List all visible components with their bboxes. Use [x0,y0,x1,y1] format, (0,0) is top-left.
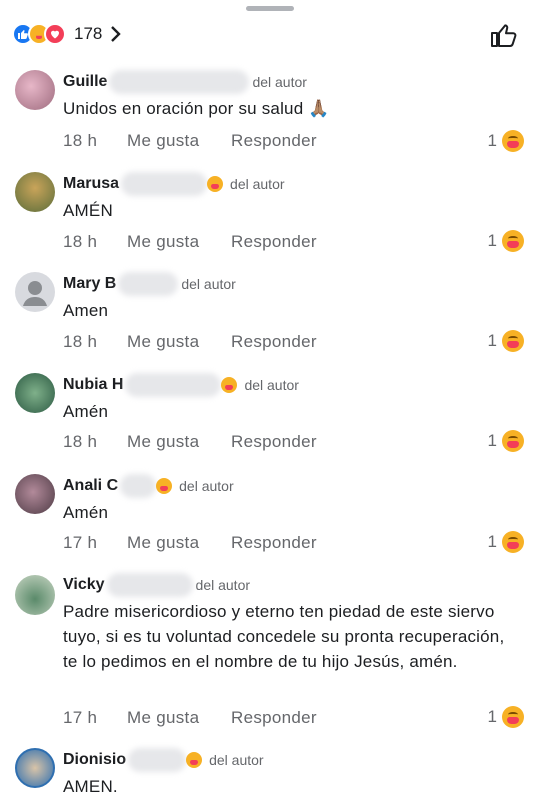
comment-reaction-count[interactable]: 1 [488,428,524,454]
like-link[interactable]: Me gusta [127,533,231,553]
comment-text: Amen [63,301,109,320]
comment-text: Unidos en oración por su salud 🙏🏽 [63,99,330,118]
like-link[interactable]: Me gusta [127,708,231,728]
comment-actions: 18 h Me gusta Responder [63,331,317,353]
comment-actions: 17 h Me gusta Responder [63,707,317,729]
chevron-right-icon [111,26,122,42]
author-name[interactable]: Vicky [63,576,105,594]
author-row: Vicky del autor [63,573,250,597]
comment-text: Amén [63,402,109,421]
avatar[interactable] [15,272,55,312]
like-link[interactable]: Me gusta [127,432,231,452]
drag-handle[interactable] [246,6,294,11]
author-badge: del autor [209,752,264,768]
comment-reaction-count[interactable]: 1 [488,529,524,555]
comment-actions: 18 h Me gusta Responder [63,130,317,152]
author-name[interactable]: Anali C [63,477,118,495]
reaction-count-value: 1 [487,707,497,726]
author-name[interactable]: Dionisio [63,751,126,769]
reaction-icons [12,23,66,45]
author-row: Anali C del autor [63,474,234,498]
comment-text: Padre misericordioso y eterno ten piedad… [63,602,505,671]
reaction-count: 178 [74,24,103,43]
redacted-name [120,474,157,498]
comment-text: AMÉN [63,201,113,220]
comment-time[interactable]: 18 h [63,131,127,151]
author-badge: del autor [181,276,236,292]
care-icon [502,706,524,728]
care-icon [502,430,524,452]
comment-actions: 18 h Me gusta Responder [63,231,317,253]
redacted-name [128,748,187,772]
author-badge: del autor [195,577,251,593]
care-icon [502,130,524,152]
reaction-count-value: 1 [487,532,497,551]
reaction-count-value: 1 [487,431,497,450]
author-badge: del autor [244,377,299,393]
comment-reaction-count[interactable]: 1 [488,704,524,730]
reply-link[interactable]: Responder [231,432,317,452]
comment-time[interactable]: 17 h [63,533,127,553]
care-icon [221,377,238,393]
like-link[interactable]: Me gusta [127,232,231,252]
comment-reaction-count[interactable]: 1 [488,328,524,354]
author-row: Dionisio del autor [63,748,264,772]
like-link[interactable]: Me gusta [127,131,231,151]
default-avatar-icon [23,281,47,306]
author-name[interactable]: Guille [63,73,107,91]
reaction-count-value: 1 [487,331,497,350]
reply-link[interactable]: Responder [231,332,317,352]
avatar[interactable] [15,172,55,212]
author-badge: del autor [179,478,234,494]
comment-reaction-count[interactable]: 1 [488,128,524,154]
comment-time[interactable]: 18 h [63,332,127,352]
redacted-name [125,373,222,397]
author-name[interactable]: Marusa [63,175,119,193]
comment-time[interactable]: 18 h [63,232,127,252]
like-button-icon[interactable] [488,20,518,50]
reaction-count-value: 1 [487,231,497,250]
avatar[interactable] [15,748,55,788]
author-row: Guille del autor [63,70,307,94]
care-icon [156,478,173,494]
redacted-name [121,172,208,196]
comment-time[interactable]: 18 h [63,432,127,452]
care-icon [502,230,524,252]
comment-actions: 17 h Me gusta Responder [63,532,317,554]
reactions-summary[interactable]: 178 [12,20,122,48]
care-icon [186,752,203,768]
avatar[interactable] [15,474,55,514]
comment-actions: 18 h Me gusta Responder [63,431,317,453]
author-badge: del autor [252,74,307,90]
reply-link[interactable]: Responder [231,131,317,151]
author-row: Marusa del autor [63,172,285,196]
redacted-name [118,272,179,296]
like-link[interactable]: Me gusta [127,332,231,352]
redacted-name [106,573,193,597]
author-row: Mary B del autor [63,272,236,296]
comment-time[interactable]: 17 h [63,708,127,728]
care-icon [502,330,524,352]
comment-text: AMEN. [63,777,118,796]
avatar[interactable] [15,373,55,413]
reply-link[interactable]: Responder [231,533,317,553]
reply-link[interactable]: Responder [231,708,317,728]
comment-reaction-count[interactable]: 1 [488,228,524,254]
care-icon [207,176,224,192]
author-badge: del autor [230,176,285,192]
reply-link[interactable]: Responder [231,232,317,252]
redacted-name [109,70,250,94]
comment-text: Amén [63,503,109,522]
reaction-count-value: 1 [487,131,497,150]
author-name[interactable]: Mary B [63,275,116,293]
love-icon [44,23,66,45]
care-icon [502,531,524,553]
avatar[interactable] [15,575,55,615]
author-row: Nubia H del autor [63,373,299,397]
author-name[interactable]: Nubia H [63,376,123,394]
avatar[interactable] [15,70,55,110]
